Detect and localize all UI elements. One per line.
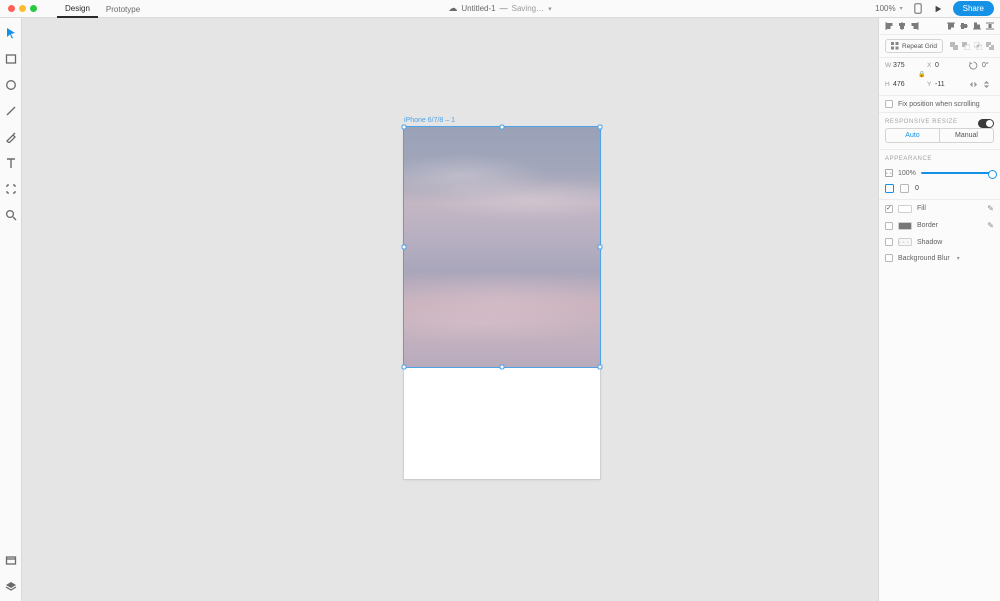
shadow-label: Shadow: [917, 239, 942, 246]
window-controls: [0, 5, 45, 12]
inspector-panel: Repeat Grid W375 X0 0° 🔒 H476 Y-11 Fix p…: [878, 18, 1000, 601]
boolean-subtract-icon[interactable]: [962, 42, 970, 50]
align-right-icon[interactable]: [911, 22, 919, 30]
height-field[interactable]: H476: [885, 81, 923, 88]
tab-prototype[interactable]: Prototype: [98, 1, 148, 17]
border-swatch[interactable]: [898, 222, 912, 230]
bgblur-checkbox[interactable]: [885, 254, 893, 262]
opacity-icon: [885, 169, 893, 177]
resize-handle-bl[interactable]: [402, 365, 407, 370]
play-icon[interactable]: [933, 5, 943, 13]
zoom-tool-icon[interactable]: [4, 208, 18, 222]
distribute-icon[interactable]: [986, 22, 994, 30]
corner-radius-value[interactable]: 0: [915, 185, 919, 192]
align-top-icon[interactable]: [947, 22, 955, 30]
width-field[interactable]: W375: [885, 62, 923, 69]
align-vcenter-icon[interactable]: [960, 22, 968, 30]
minimize-window-icon[interactable]: [19, 5, 26, 12]
text-tool-icon[interactable]: [4, 156, 18, 170]
app-menubar: Design Prototype ☁ Untitled-1 — Saving… …: [0, 0, 1000, 18]
boolean-ops: [950, 42, 994, 50]
zoom-value: 100%: [875, 4, 895, 13]
close-window-icon[interactable]: [8, 5, 15, 12]
fill-swatch[interactable]: [898, 205, 912, 213]
resize-handle-tr[interactable]: [598, 125, 603, 130]
boolean-exclude-icon[interactable]: [986, 42, 994, 50]
design-canvas[interactable]: iPhone 6/7/8 – 1: [22, 18, 878, 601]
fill-label: Fill: [917, 205, 926, 212]
selected-image[interactable]: [404, 127, 600, 367]
resize-handle-mr[interactable]: [598, 245, 603, 250]
fix-scroll-label: Fix position when scrolling: [898, 101, 980, 108]
resize-mode-segment[interactable]: Auto Manual: [885, 128, 994, 143]
ellipse-tool-icon[interactable]: [4, 78, 18, 92]
fill-checkbox[interactable]: [885, 205, 893, 213]
resize-manual-option[interactable]: Manual: [939, 129, 993, 142]
rotation-field[interactable]: 0°: [982, 62, 989, 69]
boolean-intersect-icon[interactable]: [974, 42, 982, 50]
chevron-down-icon: ▾: [548, 5, 552, 13]
eyedropper-icon[interactable]: ✎: [987, 204, 994, 213]
responsive-section-title: Responsive Resize: [879, 113, 1000, 128]
boolean-add-icon[interactable]: [950, 42, 958, 50]
layers-panel-icon[interactable]: [4, 579, 18, 593]
shadow-swatch[interactable]: [898, 238, 912, 246]
resize-handle-br[interactable]: [598, 365, 603, 370]
flip-vertical-icon[interactable]: [982, 80, 991, 89]
flip-horizontal-icon[interactable]: [969, 80, 978, 89]
device-preview-icon[interactable]: [913, 3, 923, 14]
chevron-down-icon: ▾: [900, 5, 903, 12]
line-tool-icon[interactable]: [4, 104, 18, 118]
eyedropper-icon[interactable]: ✎: [987, 221, 994, 230]
align-bottom-icon[interactable]: [973, 22, 981, 30]
share-button[interactable]: Share: [953, 1, 994, 16]
artboard-tool-icon[interactable]: [4, 182, 18, 196]
opacity-value[interactable]: 100%: [898, 170, 916, 177]
home-icon[interactable]: [45, 3, 57, 14]
resize-auto-option[interactable]: Auto: [886, 129, 939, 142]
rectangle-tool-icon[interactable]: [4, 52, 18, 66]
title-separator: —: [500, 4, 508, 13]
document-title: Untitled-1: [461, 4, 495, 13]
select-tool-icon[interactable]: [4, 26, 18, 40]
rotate-icon[interactable]: [969, 61, 978, 70]
lock-aspect-icon[interactable]: 🔒: [918, 71, 925, 78]
fix-scroll-checkbox[interactable]: [885, 100, 893, 108]
x-field[interactable]: X0: [927, 62, 965, 69]
blend-normal-icon[interactable]: [885, 184, 894, 193]
align-hcenter-icon[interactable]: [898, 22, 906, 30]
opacity-slider[interactable]: [921, 172, 994, 174]
document-title-area[interactable]: ☁ Untitled-1 — Saving… ▾: [448, 3, 551, 14]
artboard-label[interactable]: iPhone 6/7/8 – 1: [404, 117, 455, 124]
resize-handle-bm[interactable]: [500, 365, 505, 370]
tool-panel: [0, 18, 22, 601]
bgblur-label: Background Blur: [898, 255, 950, 262]
y-field[interactable]: Y-11: [927, 81, 965, 88]
maximize-window-icon[interactable]: [30, 5, 37, 12]
tab-design[interactable]: Design: [57, 0, 98, 18]
zoom-control[interactable]: 100% ▾: [875, 4, 902, 13]
resize-handle-tm[interactable]: [500, 125, 505, 130]
responsive-toggle[interactable]: [978, 119, 994, 128]
resize-handle-tl[interactable]: [402, 125, 407, 130]
resize-handle-ml[interactable]: [402, 245, 407, 250]
pen-tool-icon[interactable]: [4, 130, 18, 144]
save-status: Saving…: [512, 4, 544, 13]
repeat-grid-label: Repeat Grid: [902, 43, 937, 50]
assets-panel-icon[interactable]: [4, 553, 18, 567]
align-left-icon[interactable]: [885, 22, 893, 30]
cloud-icon: ☁: [448, 3, 457, 14]
blend-alt-icon[interactable]: [900, 184, 909, 193]
align-row: [879, 18, 1000, 35]
shadow-checkbox[interactable]: [885, 238, 893, 246]
repeat-grid-button[interactable]: Repeat Grid: [885, 39, 943, 53]
border-label: Border: [917, 222, 938, 229]
border-checkbox[interactable]: [885, 222, 893, 230]
chevron-down-icon[interactable]: ▾: [957, 255, 960, 262]
appearance-section-title: Appearance: [879, 150, 1000, 165]
